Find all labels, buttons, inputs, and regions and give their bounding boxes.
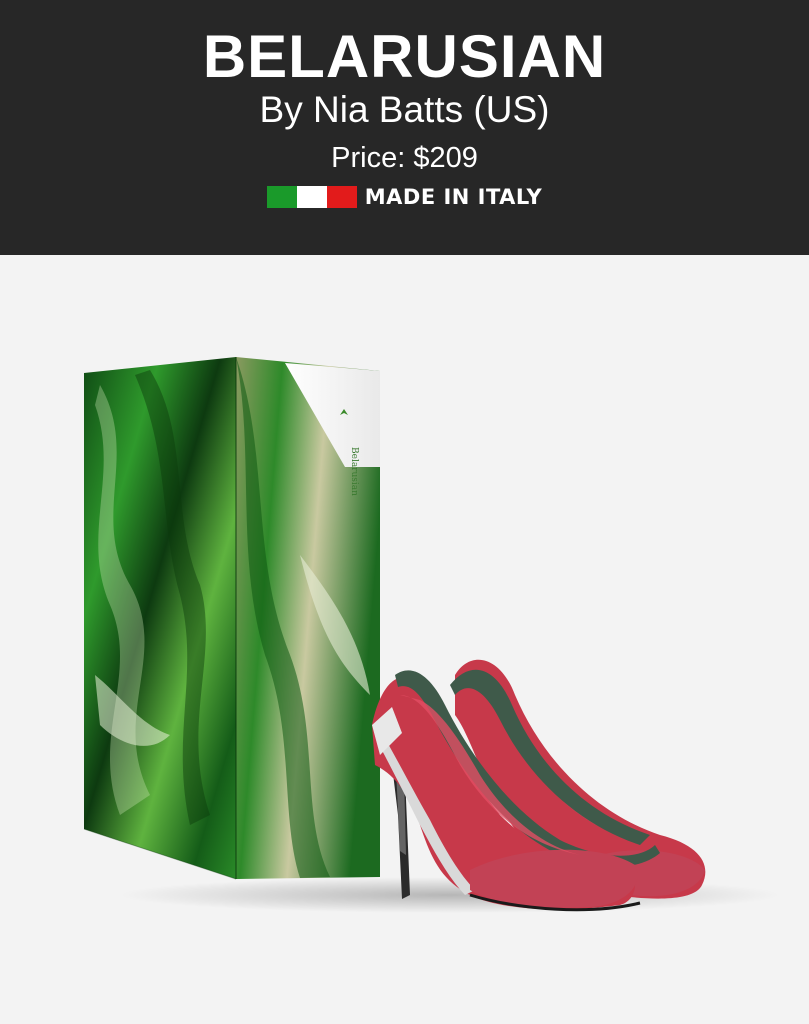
product-illustration: Belarusian bbox=[83, 357, 780, 913]
product-image: Belarusian bbox=[0, 255, 809, 1024]
product-header: BELARUSIAN By Nia Batts (US) Price: $209… bbox=[0, 0, 809, 255]
box-brand-label: Belarusian bbox=[349, 447, 359, 496]
made-in-row: MADE IN ITALY bbox=[0, 184, 809, 210]
product-title: BELARUSIAN bbox=[202, 23, 607, 90]
product-price: Price: $209 bbox=[331, 142, 478, 174]
made-in-label: MADE IN ITALY bbox=[364, 185, 543, 209]
designer-byline: By Nia Batts (US) bbox=[259, 89, 550, 130]
italy-flag-icon bbox=[266, 186, 357, 208]
shoe-box: Belarusian bbox=[83, 357, 380, 880]
